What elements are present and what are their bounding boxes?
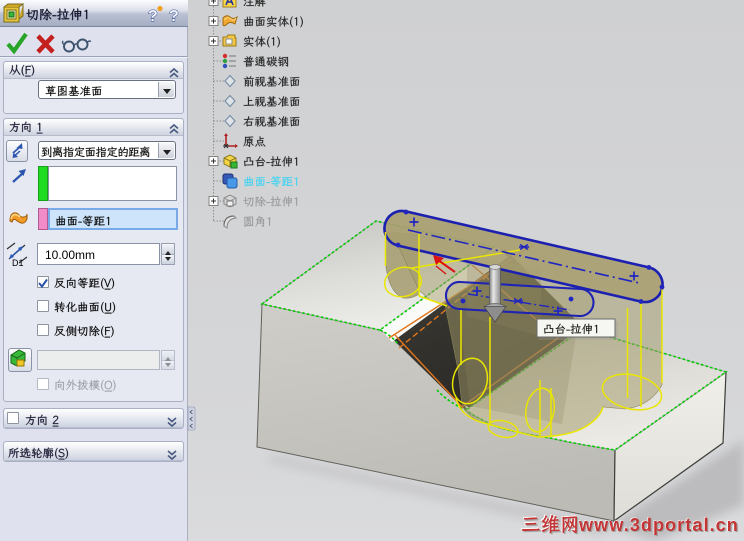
svg-text:10.00mm: 10.00mm: [45, 248, 95, 262]
svg-text:www.3dportal.cn: www.3dportal.cn: [578, 515, 739, 535]
svg-text:?: ?: [169, 8, 179, 25]
svg-text:D1: D1: [12, 258, 24, 268]
svg-text:?: ?: [148, 8, 158, 25]
